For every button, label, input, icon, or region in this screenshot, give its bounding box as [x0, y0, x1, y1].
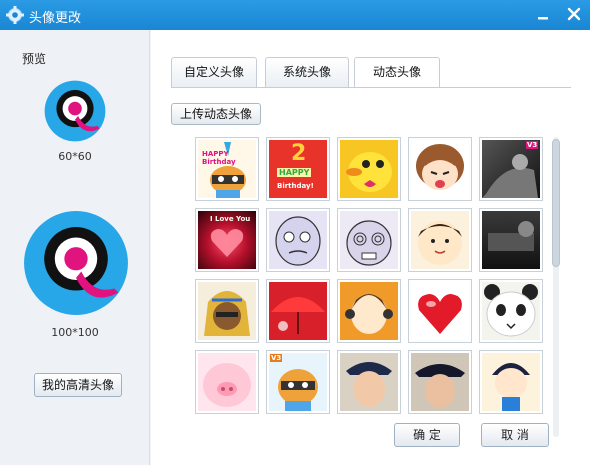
- large-size-label: 100*100: [51, 326, 99, 339]
- v3-badge: V3: [526, 141, 539, 149]
- avatar-change-window: 头像更改 预览 60*60 100*100 我的高清头像 自定义头像 系统头像 …: [0, 0, 590, 465]
- red-umbrella-image: [271, 297, 325, 334]
- minimize-icon[interactable]: [536, 8, 550, 22]
- i-love-you-text: I Love You: [210, 215, 251, 223]
- avatar-item[interactable]: [479, 208, 543, 272]
- tab-custom-avatar[interactable]: 自定义头像: [171, 57, 257, 87]
- avatar-item[interactable]: [408, 350, 472, 414]
- hd-avatar-button[interactable]: 我的高清头像: [34, 373, 122, 397]
- tab-animated-avatar[interactable]: 动态头像: [354, 57, 440, 88]
- avatar-item[interactable]: V3: [479, 137, 543, 201]
- avatar-item[interactable]: [337, 279, 401, 343]
- avatar-item[interactable]: V3: [266, 350, 330, 414]
- avatar-item[interactable]: [479, 279, 543, 343]
- avatar-item[interactable]: [195, 279, 259, 343]
- avatar-item[interactable]: [266, 208, 330, 272]
- panda-image: [484, 284, 538, 337]
- avatar-select-panel: 自定义头像 系统头像 动态头像 上传动态头像 HAPPY Birthday 2 …: [151, 30, 590, 465]
- headphone-boy-image: [345, 294, 393, 334]
- avatar-item[interactable]: 2 HAPPY Birthday!: [266, 137, 330, 201]
- avatar-item[interactable]: HAPPY Birthday: [195, 137, 259, 201]
- small-size-label: 60*60: [58, 150, 92, 163]
- pharaoh-image: [204, 291, 250, 336]
- scrollbar-thumb[interactable]: [552, 139, 560, 267]
- gear-icon: [6, 6, 24, 24]
- v3-badge: V3: [270, 354, 283, 362]
- crying-girl-image: [416, 144, 464, 190]
- avatar-item[interactable]: [337, 137, 401, 201]
- confirm-button[interactable]: 确 定: [394, 423, 460, 447]
- avatar-item[interactable]: [195, 350, 259, 414]
- avatar-item[interactable]: [337, 208, 401, 272]
- avatar-item[interactable]: [408, 279, 472, 343]
- title-bar: 头像更改: [0, 0, 590, 30]
- red-heart-image: [418, 294, 462, 334]
- avatar-grid-scrollbar[interactable]: [551, 137, 561, 437]
- tab-system-avatar[interactable]: 系统头像: [265, 57, 349, 87]
- avatar-item[interactable]: [337, 350, 401, 414]
- close-icon[interactable]: [566, 6, 582, 22]
- avatar-item[interactable]: [479, 350, 543, 414]
- tab-divider: [171, 87, 571, 88]
- doodle-face-image: [275, 216, 321, 266]
- preview-label: 预览: [22, 52, 47, 66]
- avatar-preview-small: [44, 80, 106, 142]
- avatar-item[interactable]: [408, 137, 472, 201]
- avatar-grid: HAPPY Birthday 2 HAPPY Birthday! V3 I Lo…: [195, 137, 547, 437]
- dark-photo-image: [488, 221, 534, 251]
- cartoon-boy-image: [492, 363, 530, 411]
- avatar-item[interactable]: [266, 279, 330, 343]
- birthday-text: Birthday!: [277, 182, 314, 190]
- happy-birthday-text: HAPPY Birthday: [202, 150, 236, 166]
- avatar-item[interactable]: [408, 208, 472, 272]
- police-kid-photo: [346, 362, 392, 407]
- avatar-preview-large: [24, 211, 128, 315]
- raccoon-birthday-image: [210, 142, 246, 198]
- officer-cap-photo: [415, 364, 465, 408]
- upload-animated-avatar-button[interactable]: 上传动态头像: [171, 103, 261, 125]
- avatar-item[interactable]: I Love You: [195, 208, 259, 272]
- window-title: 头像更改: [29, 11, 82, 26]
- pink-pig-image: [203, 363, 251, 407]
- happy-text: HAPPY: [277, 168, 312, 177]
- birthday-number-text: 2: [291, 141, 307, 166]
- preview-panel: 预览 60*60 100*100 我的高清头像: [0, 30, 150, 465]
- round-face-boy-image: [418, 221, 462, 265]
- cancel-button[interactable]: 取 消: [481, 423, 549, 447]
- spiral-eyes-image: [346, 220, 392, 266]
- yellow-duck-image: [346, 152, 392, 192]
